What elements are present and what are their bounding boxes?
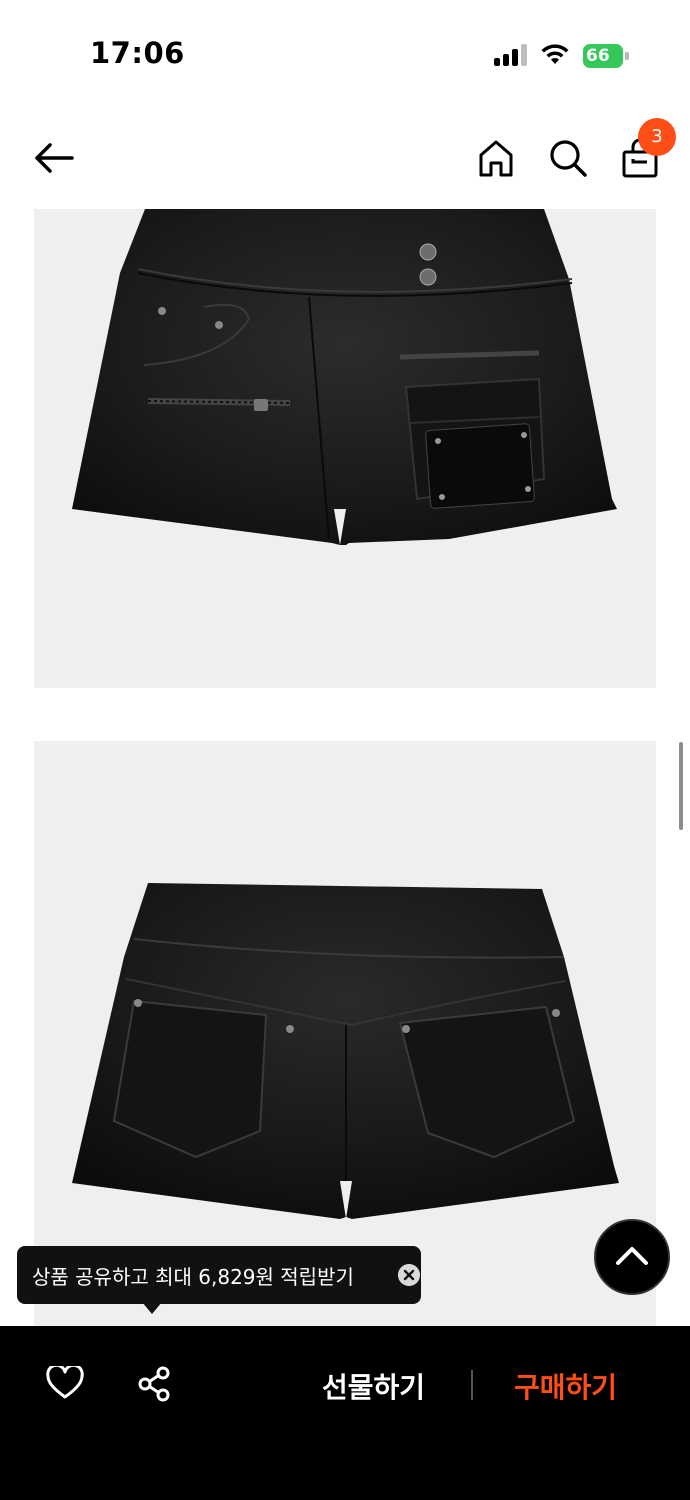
product-image-back[interactable] — [34, 741, 656, 1326]
tooltip-pointer — [142, 1302, 162, 1314]
bottom-action-bar: 선물하기 구매하기 — [0, 1326, 690, 1500]
buy-button[interactable]: 구매하기 — [514, 1366, 617, 1406]
scrollbar[interactable] — [679, 742, 683, 830]
battery-level: 66 — [583, 44, 623, 68]
share-icon[interactable] — [136, 1366, 172, 1402]
scroll-to-top-button[interactable] — [594, 1219, 670, 1295]
tooltip-text: 상품 공유하고 최대 6,829원 적립받기 — [32, 1265, 354, 1289]
top-nav — [0, 118, 690, 198]
heart-icon[interactable] — [46, 1366, 84, 1400]
shorts-back-illustration — [72, 883, 619, 1219]
close-icon[interactable] — [398, 1264, 420, 1286]
search-icon[interactable] — [548, 138, 588, 178]
home-icon[interactable] — [478, 138, 514, 178]
shorts-front-illustration — [72, 209, 617, 545]
wifi-icon — [541, 44, 569, 64]
chevron-up-icon — [616, 1247, 648, 1265]
battery-indicator: 66 — [583, 44, 629, 68]
product-detail-screen: 17:06 66 3 상품 공유하고 최대 6,829원 적립받기 선물하기 구… — [0, 0, 690, 1500]
status-bar: 17:06 66 — [0, 0, 690, 100]
gift-button[interactable]: 선물하기 — [322, 1366, 425, 1406]
back-arrow-icon[interactable] — [32, 140, 76, 176]
status-time: 17:06 — [90, 36, 185, 70]
share-reward-tooltip: 상품 공유하고 최대 6,829원 적립받기 — [17, 1246, 421, 1304]
cart-count-badge: 3 — [638, 118, 676, 156]
cellular-signal-icon — [494, 44, 528, 66]
button-divider — [471, 1370, 473, 1400]
product-image-front[interactable] — [34, 209, 656, 688]
